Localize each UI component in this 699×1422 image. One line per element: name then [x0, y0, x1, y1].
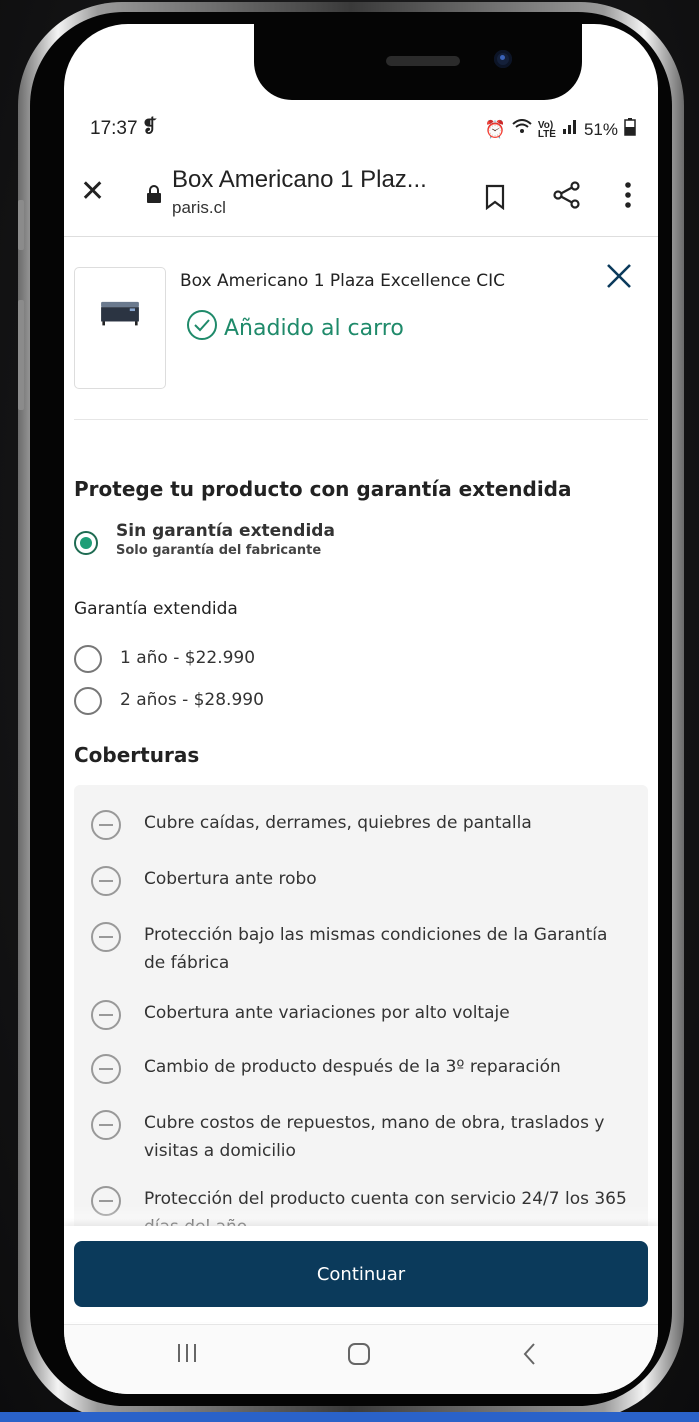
- check-circle-icon: [186, 309, 218, 347]
- radio-2-years[interactable]: [74, 687, 102, 715]
- coverage-text: Cobertura ante variaciones por alto volt…: [144, 1003, 510, 1023]
- option-1-year[interactable]: 1 año - $22.990: [74, 645, 255, 673]
- share-icon[interactable]: [552, 180, 582, 215]
- wifi-icon: [512, 119, 532, 140]
- product-thumbnail: [74, 267, 166, 389]
- product-name: Box Americano 1 Plaza Excellence CIC: [180, 271, 506, 291]
- page-title[interactable]: Box Americano 1 Plaz...: [172, 166, 462, 194]
- front-camera: [494, 50, 512, 68]
- alarm-icon: ⏰: [484, 119, 506, 139]
- lock-icon: [146, 184, 162, 209]
- phone-side-button: [18, 200, 24, 250]
- added-to-cart-status: Añadido al carro: [186, 309, 404, 347]
- radio-no-warranty[interactable]: [74, 531, 98, 555]
- no-warranty-sublabel: Solo garantía del fabricante: [116, 543, 322, 558]
- option-1-year-label: 1 año - $22.990: [120, 648, 256, 668]
- coverage-text: Cubre caídas, derrames, quiebres de pant…: [144, 813, 532, 833]
- lte-icon: Vo) LTE: [537, 119, 556, 140]
- page-domain[interactable]: paris.cl: [172, 198, 226, 218]
- coverage-text: Cubre costos de repuestos, mano de obra,…: [144, 1113, 605, 1161]
- signal-icon: [562, 119, 578, 140]
- continue-button[interactable]: Continuar: [74, 1241, 648, 1307]
- coverage-text: Protección bajo las mismas condiciones d…: [144, 925, 608, 973]
- modal-footer: Continuar: [64, 1226, 658, 1322]
- minus-circle-icon: [91, 1054, 121, 1084]
- coverage-item: Protección bajo las mismas condiciones d…: [90, 921, 634, 977]
- close-modal-icon[interactable]: [604, 261, 634, 295]
- battery-percent: 51%: [583, 119, 618, 139]
- warranty-modal: Box Americano 1 Plaza Excellence CIC Aña…: [64, 237, 658, 1394]
- back-icon[interactable]: [520, 1341, 540, 1371]
- mattress-image: [101, 301, 139, 326]
- bookmark-icon[interactable]: [484, 184, 506, 215]
- coverages-list: Cubre caídas, derrames, quiebres de pant…: [74, 785, 648, 1245]
- extended-warranty-heading: Garantía extendida: [74, 599, 238, 619]
- browser-toolbar: ✕ Box Americano 1 Plaz... paris.cl: [64, 154, 658, 237]
- system-nav-bar: [64, 1324, 658, 1394]
- phone-volume-button: [18, 300, 24, 410]
- minus-circle-icon: [91, 922, 121, 952]
- warranty-heading: Protege tu producto con garantía extendi…: [74, 477, 572, 501]
- option-2-years-label: 2 años - $28.990: [120, 690, 264, 710]
- bottom-accent-strip: [0, 1412, 699, 1422]
- speaker-grille: [386, 56, 460, 66]
- recent-apps-icon[interactable]: [174, 1341, 200, 1369]
- battery-icon: [624, 118, 636, 141]
- minus-circle-icon: [91, 1000, 121, 1030]
- minus-circle-icon: [91, 810, 121, 840]
- status-icons: ⏰ Vo) LTE 51%: [485, 118, 636, 141]
- coverage-item: Cambio de producto después de la 3º repa…: [90, 1053, 634, 1085]
- home-icon[interactable]: [346, 1341, 372, 1371]
- coverage-text: Cambio de producto después de la 3º repa…: [144, 1057, 561, 1077]
- coverage-item: Cubre caídas, derrames, quiebres de pant…: [90, 809, 634, 841]
- minus-circle-icon: [91, 1110, 121, 1140]
- added-to-cart-label: Añadido al carro: [224, 315, 404, 341]
- no-warranty-label: Sin garantía extendida: [116, 521, 335, 541]
- phone-screen: 17:37 ❡ ⏰ Vo) LTE 51% ✕ Box Americano 1 P…: [64, 24, 658, 1394]
- option-2-years[interactable]: 2 años - $28.990: [74, 687, 264, 715]
- more-options-icon[interactable]: [623, 180, 633, 215]
- divider: [74, 419, 648, 420]
- coverage-text: Cobertura ante robo: [144, 869, 317, 889]
- coverage-item: Cubre costos de repuestos, mano de obra,…: [90, 1109, 634, 1165]
- status-time: 17:37: [90, 118, 138, 139]
- close-tab-icon[interactable]: ✕: [80, 174, 105, 209]
- status-bar: 17:37 ❡ ⏰ Vo) LTE 51%: [64, 116, 658, 146]
- minus-circle-icon: [91, 866, 121, 896]
- notch: [254, 24, 582, 100]
- coverages-heading: Coberturas: [74, 743, 200, 767]
- option-no-warranty[interactable]: Sin garantía extendida Solo garantía del…: [74, 521, 335, 558]
- coverage-item: Cobertura ante variaciones por alto volt…: [90, 999, 634, 1031]
- radio-1-year[interactable]: [74, 645, 102, 673]
- coverage-item: Cobertura ante robo: [90, 865, 634, 897]
- notification-icon: ❡: [142, 116, 158, 136]
